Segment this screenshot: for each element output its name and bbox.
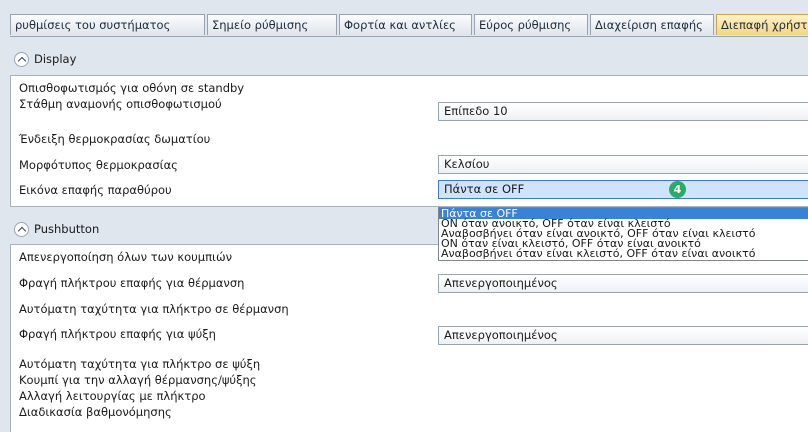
window-contact-select[interactable]: Πάντα σε OFF — [438, 180, 808, 199]
cooling-contact-lock-select[interactable]: Απενεργοποιημένος — [438, 326, 808, 345]
standby-backlight-label: Οπισθοφωτισμός για οθόνη σε standby — [19, 81, 245, 95]
room-temp-display-label: Ένδειξη θερμοκρασίας δωματίου — [19, 132, 211, 146]
window-contact-dropdown[interactable]: Πάντα σε OFF ON όταν ανοικτό, OFF όταν ε… — [438, 207, 808, 261]
backlight-level-select[interactable]: Επίπεδο 10 — [438, 102, 808, 121]
option-blink-closed[interactable]: Αναβοσβήνει όταν είναι κλειστό, OFF όταν… — [439, 248, 808, 259]
callout-badge: 4 — [669, 181, 686, 198]
window-contact-icon-label: Εικόνα επαφής παραθύρου — [19, 183, 172, 197]
calibration-procedure-label: Διαδικασία βαθμονόμησης — [19, 405, 172, 419]
heating-contact-lock-label: Φραγή πλήκτρου επαφής για θέρμανση — [19, 276, 245, 290]
tab-contact-management[interactable]: Διαχείριση επαφής — [590, 14, 714, 35]
temp-format-label: Μορφότυπος θερμοκρασίας — [19, 158, 178, 172]
mode-change-button-label: Αλλαγή λειτουργίας με πλήκτρο — [19, 389, 206, 403]
tab-strip: ρυθμίσεις του συστήματος Σημείο ρύθμισης… — [10, 14, 808, 37]
display-section-title: Display — [34, 52, 77, 66]
backlight-level-label: Στάθμη αναμονής οπισθοφωτισμού — [19, 97, 222, 111]
tab-loads-pumps[interactable]: Φορτία και αντλίες — [339, 14, 472, 35]
chevron-up-icon[interactable] — [14, 52, 29, 67]
tab-control-range[interactable]: Εύρος ρύθμισης — [474, 14, 588, 35]
temp-format-select[interactable]: Κελσίου — [438, 155, 808, 174]
cooling-contact-lock-label: Φραγή πλήκτρου επαφής για ψύξη — [19, 327, 216, 341]
heat-cool-toggle-label: Κουμπί για την αλλαγή θέρμανσης/ψύξης — [19, 373, 257, 387]
heating-contact-lock-select[interactable]: Απενεργοποιημένος — [438, 274, 808, 293]
display-section-header[interactable]: Display — [10, 49, 808, 71]
tab-setpoint[interactable]: Σημείο ρύθμισης — [207, 14, 337, 35]
chevron-up-icon[interactable] — [14, 222, 29, 237]
disable-all-buttons-label: Απενεργοποίηση όλων των κουμπιών — [19, 250, 232, 264]
tab-user-interface[interactable]: Διεπαφή χρήστη — [716, 14, 808, 35]
cooling-auto-speed-label: Αυτόματη ταχύτητα για πλήκτρο σε ψύξη — [19, 357, 261, 371]
tab-system-settings[interactable]: ρυθμίσεις του συστήματος — [10, 14, 205, 35]
heating-auto-speed-label: Αυτόματη ταχύτητα για πλήκτρο σε θέρμανσ… — [19, 302, 289, 316]
pushbutton-section-title: Pushbutton — [34, 222, 100, 236]
